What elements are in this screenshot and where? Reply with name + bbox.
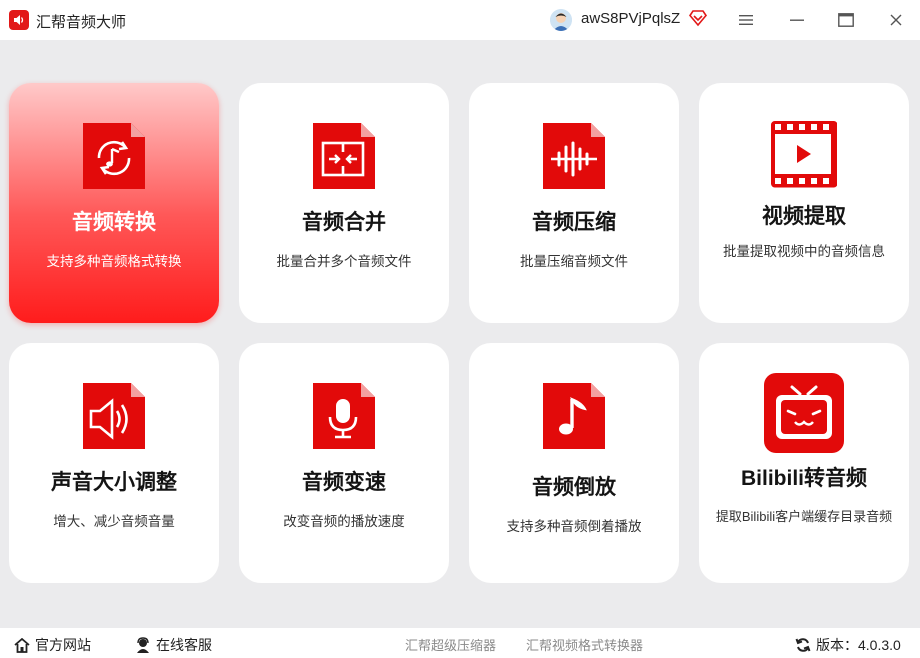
close-button[interactable]	[885, 9, 907, 31]
card-title: Bilibili转音频	[741, 467, 867, 490]
official-website-link[interactable]: 官方网站	[14, 635, 91, 655]
video-converter-link[interactable]: 汇帮视频格式转换器	[526, 635, 643, 654]
card-desc: 增大、减少音频音量	[53, 514, 175, 529]
official-website-label: 官方网站	[35, 637, 91, 653]
home-icon	[14, 637, 30, 653]
card-desc: 支持多种音频格式转换	[46, 254, 182, 269]
refresh-icon	[795, 638, 811, 652]
version-info[interactable]: 版本： 4.0.3.0	[795, 635, 901, 655]
card-desc: 批量提取视频中的音频信息	[723, 244, 885, 259]
audio-compress-icon	[541, 121, 607, 191]
minimize-button[interactable]	[786, 9, 808, 31]
card-audio-convert[interactable]: 音频转换 支持多种音频格式转换	[9, 83, 219, 323]
card-title: 声音大小调整	[51, 471, 177, 494]
card-audio-reverse[interactable]: 音频倒放 支持多种音频倒着播放	[469, 343, 679, 583]
feature-grid: 音频转换 支持多种音频格式转换 音频合并 批量合并多个音频文件 音频压缩 批量压…	[0, 40, 920, 628]
maximize-button[interactable]	[835, 9, 857, 31]
card-desc: 改变音频的播放速度	[283, 514, 405, 529]
card-audio-merge[interactable]: 音频合并 批量合并多个音频文件	[239, 83, 449, 323]
volume-icon	[81, 381, 147, 451]
super-compressor-link[interactable]: 汇帮超级压缩器	[405, 635, 496, 654]
card-title: 音频压缩	[532, 211, 616, 234]
card-volume-adjust[interactable]: 声音大小调整 增大、减少音频音量	[9, 343, 219, 583]
card-title: 音频倒放	[532, 476, 616, 499]
card-audio-compress[interactable]: 音频压缩 批量压缩音频文件	[469, 83, 679, 323]
card-video-extract[interactable]: 视频提取 批量提取视频中的音频信息	[699, 83, 909, 323]
avatar[interactable]	[550, 9, 572, 31]
app-logo-icon	[9, 10, 29, 30]
card-title: 音频转换	[72, 211, 156, 234]
card-desc: 提取Bilibili客户端缓存目录音频	[715, 509, 893, 524]
microphone-icon	[311, 381, 377, 451]
maximize-icon	[838, 13, 854, 27]
online-support-link[interactable]: 在线客服	[135, 635, 212, 655]
card-title: 视频提取	[762, 205, 846, 228]
bilibili-tv-icon	[764, 373, 844, 453]
menu-button[interactable]	[735, 9, 757, 31]
username[interactable]: awS8PVjPqlsZ	[581, 10, 680, 27]
version-label: 版本：	[816, 637, 858, 653]
card-audio-speed[interactable]: 音频变速 改变音频的播放速度	[239, 343, 449, 583]
support-agent-icon	[137, 637, 149, 653]
card-desc: 批量合并多个音频文件	[276, 254, 412, 269]
card-desc: 批量压缩音频文件	[520, 254, 628, 269]
version-number: 4.0.3.0	[858, 637, 901, 653]
card-bilibili-audio[interactable]: Bilibili转音频 提取Bilibili客户端缓存目录音频	[699, 343, 909, 583]
audio-merge-icon	[311, 121, 377, 191]
bottom-bar: 官方网站 在线客服 汇帮超级压缩器 汇帮视频格式转换器 版本： 4.0.3.0	[0, 628, 920, 658]
audio-convert-icon	[81, 121, 147, 191]
card-desc: 支持多种音频倒着播放	[506, 519, 642, 534]
music-note-icon	[541, 381, 607, 451]
menu-icon	[739, 15, 753, 25]
online-support-label: 在线客服	[156, 637, 212, 653]
title-bar: 汇帮音频大师 awS8PVjPqlsZ	[0, 0, 920, 40]
card-title: 音频变速	[302, 471, 386, 494]
app-title: 汇帮音频大师	[36, 14, 127, 31]
vip-diamond-icon[interactable]	[689, 9, 707, 27]
card-title: 音频合并	[302, 211, 386, 234]
minimize-icon	[790, 19, 804, 21]
video-extract-icon	[771, 121, 838, 191]
close-icon	[890, 14, 902, 26]
